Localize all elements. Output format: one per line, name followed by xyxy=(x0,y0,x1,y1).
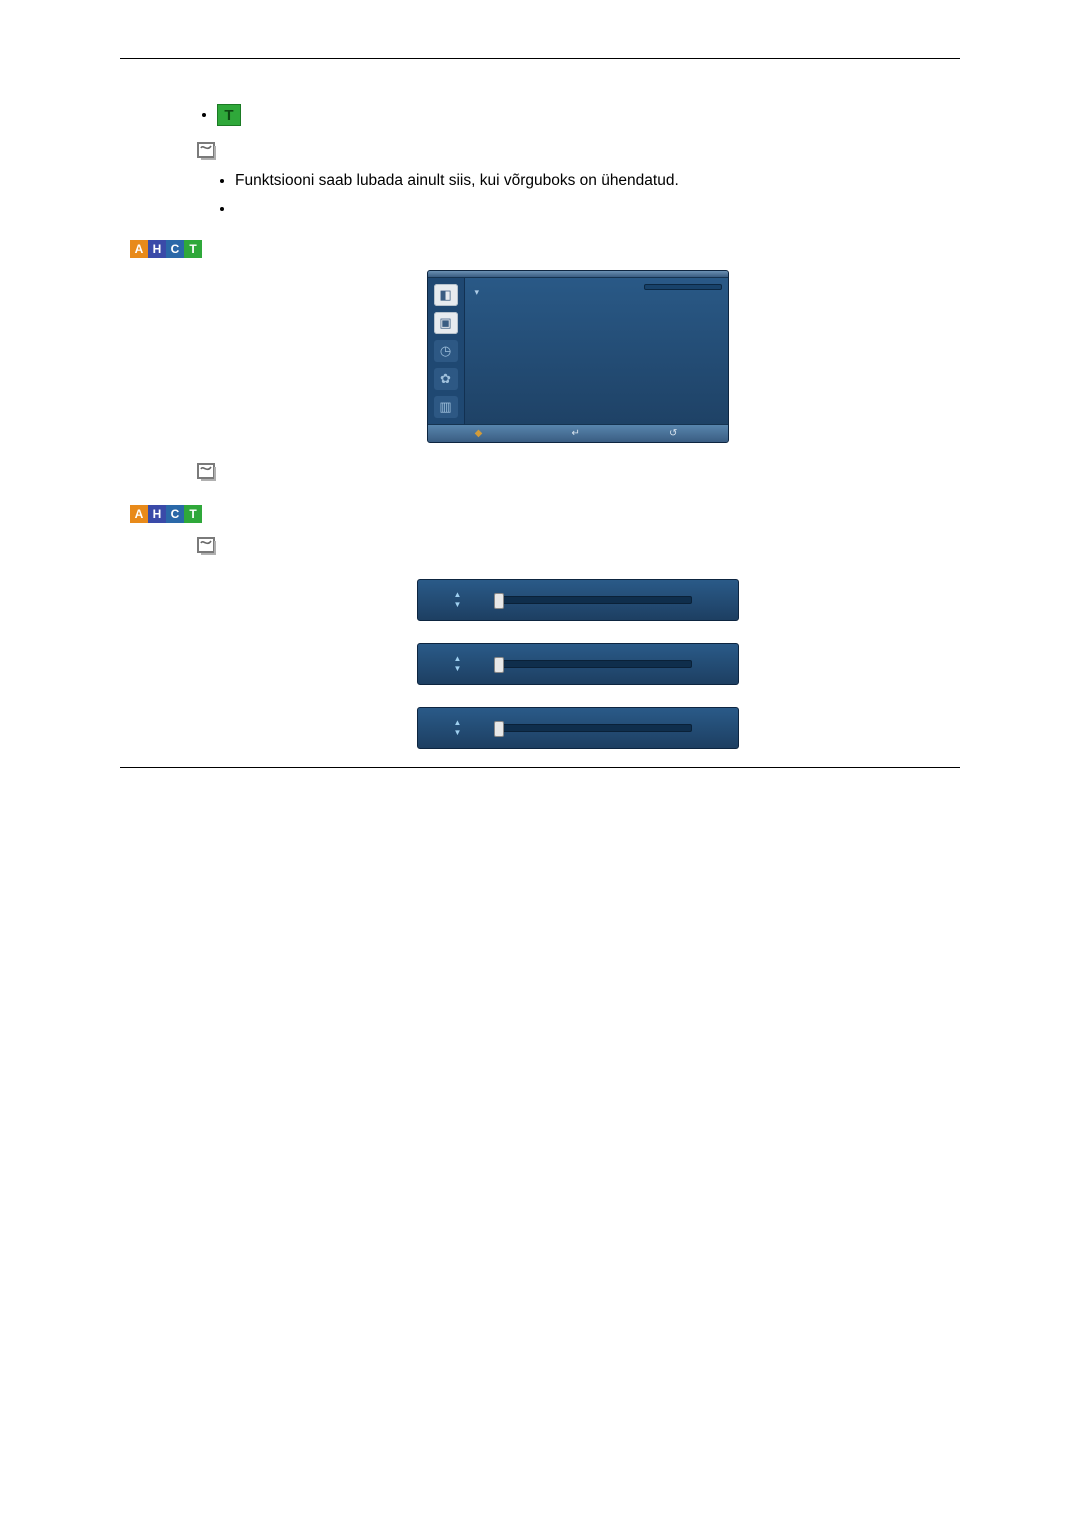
list-item xyxy=(235,200,960,218)
badge-h-icon: H xyxy=(148,240,166,258)
osd-sound-icon[interactable]: ▣ xyxy=(434,312,458,334)
chevron-down-icon: ▼ xyxy=(454,601,462,609)
osd-footer xyxy=(428,424,728,442)
brightness-slider[interactable]: ▲ ▼ xyxy=(417,643,739,685)
header-rule xyxy=(120,58,960,59)
list-item: T xyxy=(217,104,960,126)
osd-setup-icon[interactable]: ◷ xyxy=(434,340,458,362)
chevron-up-icon: ▲ xyxy=(454,719,462,727)
badge-c-icon: C xyxy=(166,505,184,523)
osd-mode-dropdown[interactable] xyxy=(644,284,722,290)
osd-footer-return xyxy=(669,428,680,439)
slider-track[interactable] xyxy=(498,660,692,668)
slider-thumb[interactable] xyxy=(494,593,504,609)
badge-a-icon: A xyxy=(130,240,148,258)
chevron-down-icon: ▼ xyxy=(454,729,462,737)
chevron-up-icon: ▲ xyxy=(454,655,462,663)
sharpness-slider[interactable]: ▲ ▼ xyxy=(417,707,739,749)
ahct-badge: A H C T xyxy=(130,240,202,258)
badge-h-icon: H xyxy=(148,505,166,523)
osd-picture-icon[interactable]: ◧ xyxy=(434,284,458,306)
osd-input-icon[interactable]: ▥ xyxy=(434,396,458,418)
badge-t-icon: T xyxy=(184,240,202,258)
note-bullet-1-suffix: saab lubada ainult siis, kui võrguboks o… xyxy=(319,172,679,189)
footer-rule xyxy=(120,767,960,768)
note-icon xyxy=(195,140,219,162)
osd-title xyxy=(428,271,728,278)
slider-track[interactable] xyxy=(498,596,692,604)
badge-c-icon: C xyxy=(166,240,184,258)
osd-footer-move xyxy=(475,428,486,439)
osd-option-icon[interactable]: ✿ xyxy=(434,368,458,390)
list-item: Funktsiooni saab lubada ainult siis, kui… xyxy=(235,172,960,190)
slider-track[interactable] xyxy=(498,724,692,732)
tv-t-icon: T xyxy=(217,104,241,126)
osd-menu: ◧ ▣ ◷ ✿ ▥ xyxy=(427,270,729,443)
chevron-down-icon: ▼ xyxy=(454,665,462,673)
ahct-badge: A H C T xyxy=(130,505,202,523)
slider-thumb[interactable] xyxy=(494,721,504,737)
note-icon xyxy=(195,461,219,483)
note-bullet-1-prefix: Funktsiooni xyxy=(235,172,319,189)
osd-footer-enter xyxy=(571,428,582,439)
badge-a-icon: A xyxy=(130,505,148,523)
chevron-up-icon: ▲ xyxy=(454,591,462,599)
osd-sidebar: ◧ ▣ ◷ ✿ ▥ xyxy=(428,278,465,424)
note-icon xyxy=(195,535,219,557)
slider-thumb[interactable] xyxy=(494,657,504,673)
contrast-slider[interactable]: ▲ ▼ xyxy=(417,579,739,621)
badge-t-icon: T xyxy=(184,505,202,523)
